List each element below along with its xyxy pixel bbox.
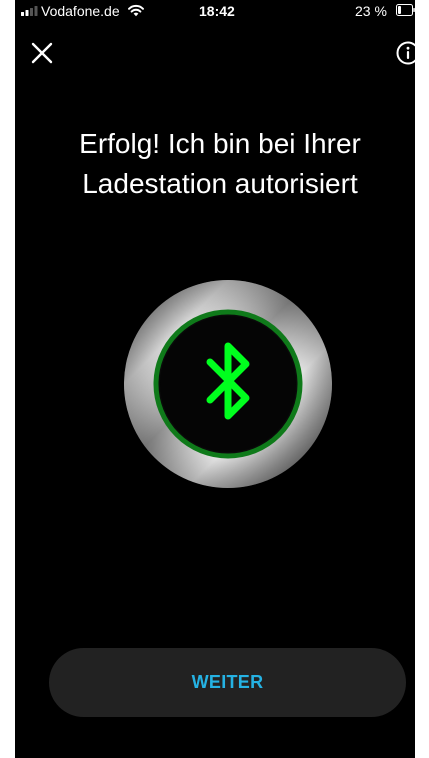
page-title-line-1: Erfolg! Ich bin bei Ihrer <box>79 128 361 159</box>
page-title: Erfolg! Ich bin bei Ihrer Ladestation au… <box>35 124 405 204</box>
battery-percent: 23 % <box>355 3 387 19</box>
continue-button[interactable]: WEITER <box>49 648 406 717</box>
app-screen: Vodafone.de 18:42 23 % Erfolg! Ich bin b… <box>15 0 415 758</box>
page-title-line-2: Ladestation autorisiert <box>82 168 358 199</box>
signal-icon <box>21 6 38 16</box>
info-icon[interactable] <box>396 41 415 65</box>
charging-station-button-illustration <box>124 280 332 488</box>
continue-button-label: WEITER <box>191 672 264 692</box>
battery-icon <box>396 4 415 16</box>
carrier-name: Vodafone.de <box>41 3 120 19</box>
wifi-icon <box>128 4 144 17</box>
status-bar: Vodafone.de 18:42 23 % <box>15 0 415 24</box>
close-icon[interactable] <box>29 40 55 66</box>
clock-time: 18:42 <box>199 3 235 19</box>
